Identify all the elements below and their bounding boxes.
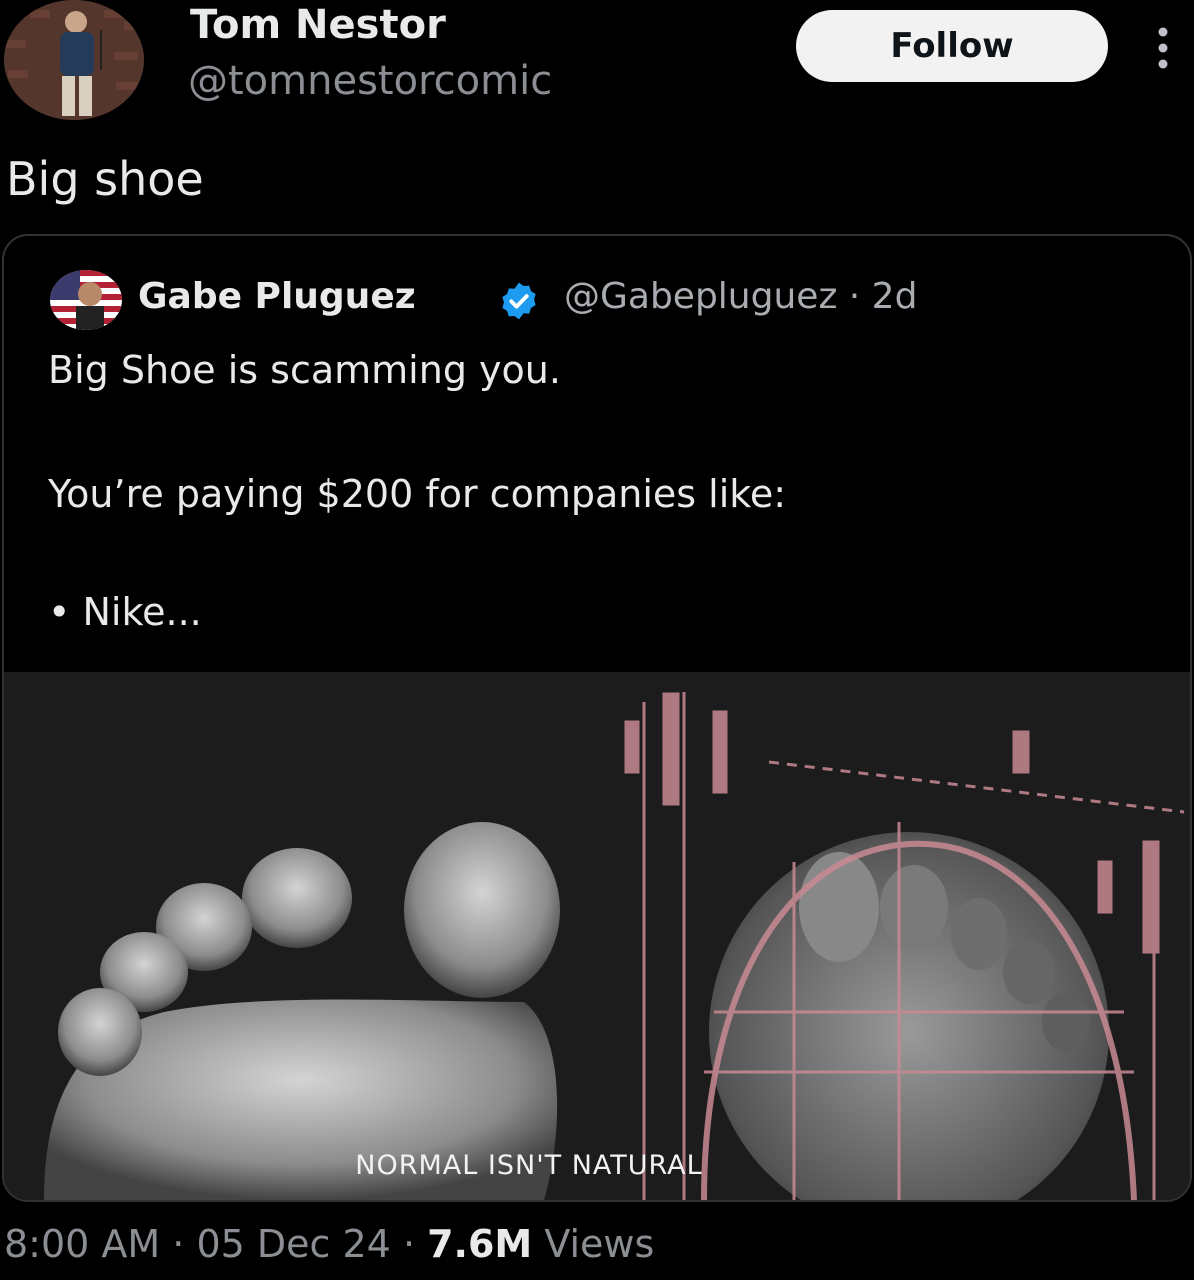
meta-separator: · [160, 1222, 197, 1266]
tweet-time[interactable]: 8:00 AM [4, 1222, 160, 1266]
views-label[interactable]: Views [532, 1222, 654, 1266]
quoted-text-line: You’re paying $200 for companies like: [48, 472, 787, 516]
flag-avatar-icon [50, 270, 122, 330]
quoted-handle-and-age[interactable]: @Gabepluguez · 2d [564, 276, 917, 317]
tweet-detail-page: Tom Nestor @tomnestorcomic Follow Big sh… [0, 0, 1194, 1280]
author-handle[interactable]: @tomnestorcomic [188, 58, 552, 104]
quoted-author-avatar[interactable] [50, 270, 122, 330]
tweet-date[interactable]: 05 Dec 24 [196, 1222, 390, 1266]
media-caption: NORMAL ISN'T NATURAL [355, 1150, 703, 1181]
tweet-metadata: 8:00 AM · 05 Dec 24 · 7.6M Views [4, 1222, 654, 1266]
meta-separator: · [390, 1222, 428, 1266]
views-count[interactable]: 7.6M [427, 1222, 532, 1266]
quoted-author-name[interactable]: Gabe Pluguez [138, 276, 416, 317]
verified-badge-icon [498, 280, 540, 322]
more-options-icon[interactable] [1150, 24, 1176, 72]
author-avatar[interactable] [4, 0, 144, 120]
follow-button[interactable]: Follow [796, 10, 1108, 82]
quoted-text-line: • Nike... [48, 590, 202, 634]
comedian-avatar-icon [4, 0, 144, 120]
quoted-tweet-card[interactable]: Gabe Pluguez @Gabepluguez · 2d Big Shoe … [2, 234, 1192, 1202]
author-display-name[interactable]: Tom Nestor [190, 2, 446, 48]
feet-comparison-image [4, 672, 1190, 1200]
quoted-text-line: Big Shoe is scamming you. [48, 348, 561, 392]
tweet-text: Big shoe [6, 152, 204, 206]
quoted-media-image[interactable]: NORMAL ISN'T NATURAL [4, 672, 1190, 1200]
